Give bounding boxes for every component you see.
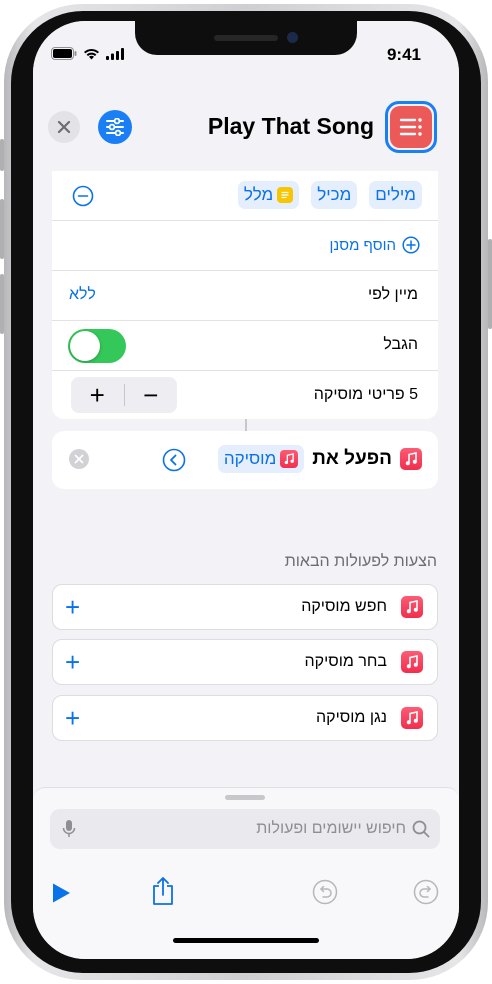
limit-label: הגבל	[383, 336, 418, 353]
find-music-action-card: מילים מכיל מלל הוסף מסנן מיין לפי ללא הג…	[52, 171, 438, 419]
signal-icon	[106, 47, 124, 65]
redo-icon	[413, 879, 439, 905]
sliders-icon	[106, 118, 124, 136]
action-connector	[245, 419, 247, 431]
add-filter-row[interactable]: הוסף מסנן	[52, 221, 438, 271]
count-stepper: + −	[71, 377, 177, 413]
count-row: 5 פריטי מוסיקה + −	[52, 371, 438, 421]
search-field[interactable]: חיפוש יישומים ופעולות	[50, 809, 440, 849]
sort-by-row: מיין לפי ללא	[52, 271, 438, 321]
share-button[interactable]	[151, 876, 175, 911]
suggestion-label: בחר מוסיקה	[304, 653, 387, 670]
increment-button[interactable]: +	[71, 382, 124, 408]
status-time: 9:41	[386, 45, 421, 64]
battery-icon	[51, 47, 77, 65]
add-filter-label: הוסף מסנן	[329, 236, 396, 254]
home-indicator[interactable]	[173, 938, 319, 943]
editor-header: Play That Song	[33, 91, 459, 171]
play-button[interactable]	[51, 882, 71, 909]
sort-by-label: מיין לפי	[368, 286, 418, 303]
share-icon	[153, 877, 173, 905]
text-icon	[277, 187, 294, 203]
filter-operator-token[interactable]: מכיל	[311, 181, 358, 209]
music-app-icon	[401, 651, 423, 673]
item-count-label: 5 פריטי מוסיקה	[313, 386, 418, 403]
limit-row: הגבל	[52, 321, 438, 371]
close-icon	[57, 120, 71, 134]
close-button[interactable]	[48, 111, 80, 143]
settings-button[interactable]	[98, 110, 132, 144]
music-variable-token[interactable]: מוסיקה	[217, 445, 305, 473]
expand-action-button[interactable]	[162, 448, 186, 477]
close-circle-icon	[69, 449, 89, 469]
remove-filter-button[interactable]	[72, 185, 94, 212]
search-icon	[412, 820, 430, 843]
wifi-icon	[83, 47, 100, 65]
filter-field-token[interactable]: מילים	[369, 181, 422, 209]
side-button	[488, 239, 492, 329]
suggestions-title: הצעות לפעולות הבאות	[284, 553, 437, 570]
speaker-grille	[214, 35, 278, 41]
suggestion-label: חפש מוסיקה	[301, 598, 387, 615]
volume-up-button	[0, 199, 4, 259]
filter-value-token[interactable]: מלל	[237, 181, 300, 209]
limit-toggle[interactable]	[68, 329, 126, 363]
shortcut-icon-button[interactable]	[385, 101, 437, 153]
screen: 9:41 Play That Song מילים מכיל מלל הוסף …	[33, 21, 459, 959]
editor-toolbar	[33, 873, 459, 913]
filter-value-label: מלל	[243, 185, 274, 204]
clear-action-button[interactable]	[68, 448, 90, 475]
plus-circle-icon	[402, 236, 420, 254]
toggle-knob	[70, 331, 100, 361]
status-icons	[51, 47, 124, 65]
music-note-icon	[280, 450, 299, 468]
list-icon	[390, 106, 432, 148]
suggestion-item[interactable]: + בחר מוסיקה	[52, 639, 438, 685]
music-token-label: מוסיקה	[223, 449, 277, 468]
suggestion-item[interactable]: + חפש מוסיקה	[52, 584, 438, 630]
undo-button[interactable]	[312, 879, 338, 910]
play-music-action-card: הפעל את מוסיקה	[52, 431, 438, 489]
add-icon: +	[65, 592, 81, 622]
music-app-icon	[401, 596, 423, 618]
sort-by-value[interactable]: ללא	[69, 286, 96, 304]
notch	[135, 21, 357, 55]
suggestion-item[interactable]: + נגן מוסיקה	[52, 695, 438, 741]
sheet-grabber[interactable]	[225, 795, 265, 800]
filter-row: מילים מכיל מלל	[52, 171, 438, 221]
redo-button[interactable]	[413, 879, 439, 910]
play-action-label: הפעל את	[312, 448, 392, 469]
music-app-icon	[401, 707, 423, 729]
play-icon	[53, 883, 70, 903]
music-app-icon	[400, 448, 422, 470]
shortcut-title[interactable]: Play That Song	[208, 113, 374, 140]
volume-down-button	[0, 274, 4, 334]
action-search-sheet: חיפוש יישומים ופעולות	[33, 787, 459, 959]
decrement-button[interactable]: −	[125, 382, 178, 408]
microphone-icon[interactable]	[62, 819, 76, 844]
add-icon: +	[65, 703, 81, 733]
undo-icon	[312, 879, 338, 905]
front-camera	[287, 32, 298, 43]
mute-switch	[0, 139, 4, 171]
minus-circle-icon	[72, 185, 94, 207]
chevron-left-circle-icon	[162, 448, 186, 472]
search-placeholder: חיפוש יישומים ופעולות	[256, 820, 406, 837]
add-icon: +	[65, 647, 81, 677]
suggestion-label: נגן מוסיקה	[316, 709, 387, 726]
